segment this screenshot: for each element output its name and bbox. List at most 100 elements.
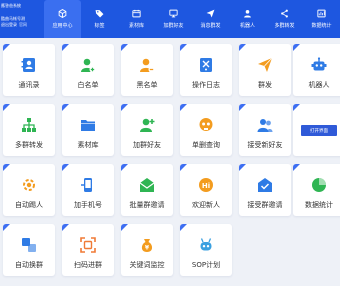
mail-open-icon	[139, 177, 155, 193]
app-card[interactable]: 自动踢人	[3, 164, 55, 216]
app-card[interactable]: 扫码进群	[62, 224, 114, 276]
app-card[interactable]: 加群好友	[121, 104, 173, 156]
top-navigation-bar: 應答爸系統 酷曲马帐号测 退出登录 官网 应用中心 标签 素材库 加群好友 消息群发 机器…	[0, 0, 340, 38]
app-card[interactable]: 打开界面	[293, 104, 340, 156]
card-corner-marker	[62, 224, 69, 231]
cube-icon	[58, 9, 67, 18]
app-card[interactable]: 操作日志	[180, 44, 232, 96]
nav-item-label: 消息群发	[200, 23, 221, 29]
nav-item-label: 数据统计	[311, 23, 332, 29]
app-card[interactable]: 数据统计	[293, 164, 340, 216]
app-card[interactable]: 多群转发	[3, 104, 55, 156]
app-card[interactable]: Hi 欢迎新人	[180, 164, 232, 216]
hi-bubble-icon: Hi	[198, 177, 214, 193]
app-card[interactable]: 加手机号	[62, 164, 114, 216]
card-corner-marker	[239, 44, 246, 51]
card-corner-marker	[121, 164, 128, 171]
app-card[interactable]: 自动换群	[3, 224, 55, 276]
contacts-icon	[21, 57, 37, 73]
card-corner-marker	[293, 164, 300, 171]
app-card-label: 接受新好友	[247, 141, 283, 149]
app-card-label: SOP计划	[191, 261, 221, 269]
chart-icon	[317, 9, 326, 18]
nav-item-label: 标签	[94, 23, 105, 29]
app-card-label: 扫码进群	[74, 261, 102, 269]
calendar-icon	[132, 9, 141, 18]
app-card[interactable]: 白名单	[62, 44, 114, 96]
card-corner-marker	[180, 104, 187, 111]
nav-item-5[interactable]: 消息群发	[192, 0, 229, 38]
card-corner-marker	[3, 164, 10, 171]
app-card-label: 白名单	[77, 81, 99, 89]
card-corner-marker	[239, 164, 246, 171]
nav-item-label: 加群好友	[163, 23, 184, 29]
nav-item-7[interactable]: 多群转发	[266, 0, 303, 38]
app-card[interactable]: 批量群邀请	[121, 164, 173, 216]
user-add-icon	[80, 57, 96, 73]
app-card[interactable]: 接受群邀请	[239, 164, 291, 216]
app-card-label: 自动踢人	[15, 201, 43, 209]
app-card-label: 加手机号	[74, 201, 102, 209]
app-card-label: 机器人	[308, 81, 330, 89]
nav-item-label: 素材库	[128, 23, 144, 29]
qr-scan-icon	[80, 237, 96, 253]
nav-item-8[interactable]: 数据统计	[303, 0, 340, 38]
app-card[interactable]: 素材库	[62, 104, 114, 156]
card-corner-marker	[121, 224, 128, 231]
monitor-icon	[169, 9, 178, 18]
pie-chart-icon	[311, 177, 327, 193]
app-card[interactable]: 接受新好友	[239, 104, 291, 156]
open-interface-button[interactable]: 打开界面	[301, 125, 337, 136]
share-icon	[280, 9, 289, 18]
app-card-label: 关键词监控	[129, 261, 165, 269]
app-title: 應答爸系統	[1, 3, 21, 8]
user-plus-icon	[139, 117, 155, 133]
kick-icon	[21, 177, 37, 193]
app-card[interactable]: 机器人	[293, 44, 340, 96]
money-bag-icon: ¥	[139, 237, 155, 253]
card-corner-marker	[121, 44, 128, 51]
brand-area: 應答爸系統 酷曲马帐号测 退出登录 官网	[0, 0, 44, 38]
app-card-label: 单删查询	[192, 141, 220, 149]
svg-text:Hi: Hi	[202, 182, 210, 190]
nav-item-1[interactable]: 应用中心	[44, 0, 81, 38]
nav-item-2[interactable]: 标签	[81, 0, 118, 38]
app-card-label: 操作日志	[192, 81, 220, 89]
app-card[interactable]: 通讯录	[3, 44, 55, 96]
folder-icon	[80, 117, 96, 133]
card-corner-marker	[62, 104, 69, 111]
app-card-label: 加群好友	[133, 141, 161, 149]
nav-item-3[interactable]: 素材库	[118, 0, 155, 38]
nav-item-4[interactable]: 加群好友	[155, 0, 192, 38]
app-card[interactable]: 群发	[239, 44, 291, 96]
swap-icon	[21, 237, 37, 253]
app-card-label: 群发	[258, 81, 272, 89]
app-card-label: 黑名单	[136, 81, 158, 89]
app-card-label: 通讯录	[18, 81, 40, 89]
main-nav: 应用中心 标签 素材库 加群好友 消息群发 机器人 多群转发 数据统计	[44, 0, 340, 38]
card-corner-marker	[3, 104, 10, 111]
app-card-label: 接受群邀请	[247, 201, 283, 209]
app-card-label: 素材库	[77, 141, 99, 149]
app-card[interactable]: ¥ 关键词监控	[121, 224, 173, 276]
users-icon	[257, 117, 273, 133]
app-card[interactable]: 黑名单	[121, 44, 173, 96]
app-card[interactable]: 单删查询	[180, 104, 232, 156]
user-remove-icon	[139, 57, 155, 73]
send-icon	[206, 9, 215, 18]
tag-icon	[95, 9, 104, 18]
nav-item-6[interactable]: 机器人	[229, 0, 266, 38]
card-corner-marker	[180, 164, 187, 171]
card-corner-marker	[180, 224, 187, 231]
card-corner-marker	[3, 224, 10, 231]
website-link[interactable]: 官网	[19, 22, 27, 28]
app-grid: 通讯录 白名单 黑名单 操作日志 群发 机器人多群转发 素材库 加群好友 单删查询 接受新好友 打开…	[0, 38, 340, 286]
nav-item-label: 多群转发	[274, 23, 295, 29]
app-card[interactable]: SOP计划	[180, 224, 232, 276]
network-icon	[21, 117, 37, 133]
app-card-label: 多群转发	[15, 141, 43, 149]
app-card-label: 数据统计	[305, 201, 333, 209]
logout-link[interactable]: 退出登录	[1, 22, 17, 28]
card-corner-marker	[293, 104, 300, 111]
mail-accept-icon	[257, 177, 273, 193]
